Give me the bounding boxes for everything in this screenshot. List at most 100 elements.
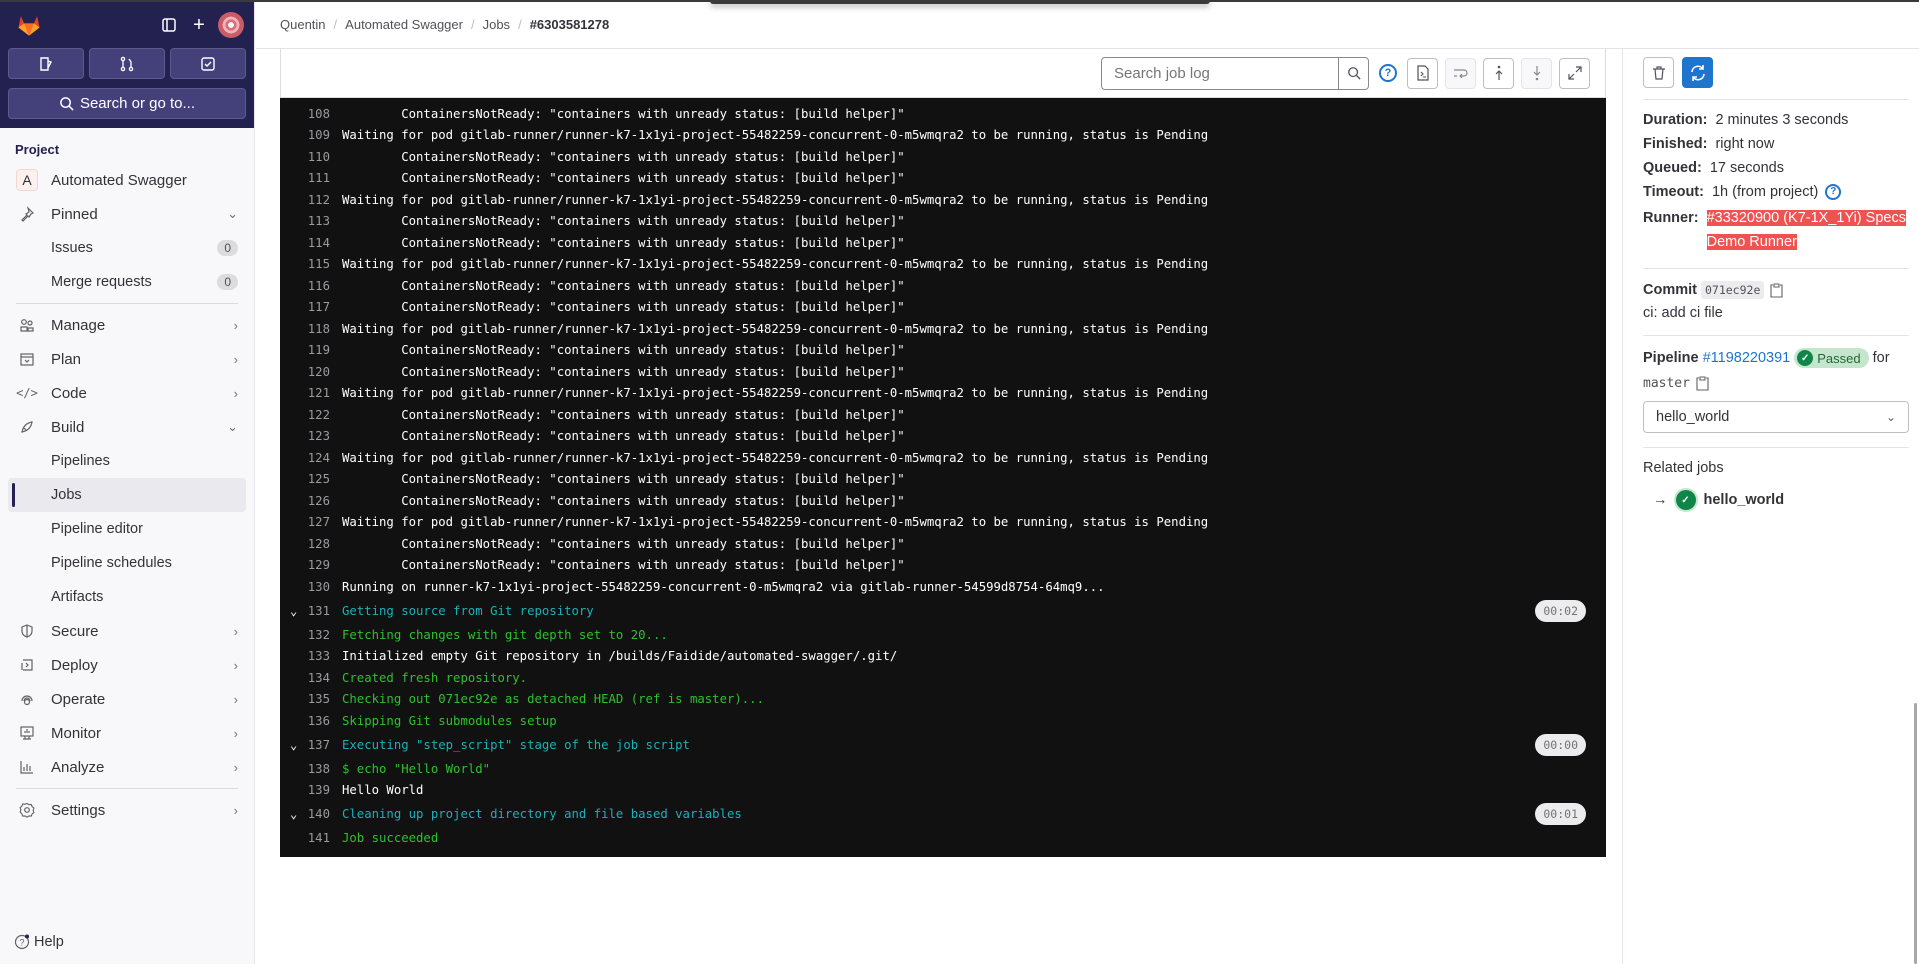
- line-number[interactable]: 108: [280, 107, 342, 121]
- breadcrumb-item-project[interactable]: Automated Swagger: [345, 17, 463, 32]
- line-number[interactable]: 138: [280, 762, 342, 776]
- log-section-header[interactable]: ⌄ 137 Executing "step_script" stage of the…: [280, 732, 1606, 759]
- pipeline-status-badge[interactable]: ✓ Passed: [1794, 348, 1869, 368]
- runner-value[interactable]: #33320900 (K7-1X_1Yi) Specs Demo Runner: [1706, 210, 1906, 250]
- sidebar-item-deploy[interactable]: Deploy ›: [8, 648, 246, 682]
- line-number[interactable]: 115: [280, 257, 342, 271]
- line-number[interactable]: 122: [280, 408, 342, 422]
- sidebar-item-analyze[interactable]: Analyze ›: [8, 750, 246, 784]
- line-number[interactable]: 112: [280, 193, 342, 207]
- sidebar-item-merge-requests[interactable]: Merge requests 0: [8, 265, 246, 299]
- line-number[interactable]: 141: [280, 831, 342, 845]
- line-number[interactable]: 117: [280, 300, 342, 314]
- chevron-down-icon[interactable]: ⌄: [290, 807, 304, 821]
- sidebar-item-project[interactable]: A Automated Swagger: [8, 163, 246, 197]
- log-line: 134 Created fresh repository.: [280, 667, 1606, 689]
- sidebar-item-artifacts[interactable]: Artifacts: [8, 580, 246, 614]
- line-number[interactable]: 123: [280, 429, 342, 443]
- scroll-to-bottom-button[interactable]: [1521, 57, 1552, 89]
- line-number[interactable]: 113: [280, 214, 342, 228]
- line-number[interactable]: 136: [280, 714, 342, 728]
- sidebar-item-pipeline-schedules[interactable]: Pipeline schedules: [8, 546, 246, 580]
- sidebar-item-monitor[interactable]: Monitor ›: [8, 716, 246, 750]
- jobs-label: Jobs: [51, 487, 82, 503]
- line-number[interactable]: 114: [280, 236, 342, 250]
- line-number[interactable]: 133: [280, 649, 342, 663]
- pipeline-link[interactable]: #1198220391: [1703, 350, 1791, 366]
- fullscreen-button[interactable]: [1559, 57, 1590, 89]
- line-number[interactable]: 124: [280, 451, 342, 465]
- retry-job-button[interactable]: [1682, 57, 1713, 88]
- log-section-header[interactable]: ⌄ 131 Getting source from Git repository 00…: [280, 598, 1606, 625]
- related-job-item[interactable]: → ✓ hello_world: [1643, 490, 1909, 510]
- breadcrumb-item-user[interactable]: Quentin: [280, 17, 326, 32]
- sidebar-item-manage[interactable]: Manage ›: [8, 308, 246, 342]
- sidebar-item-pipelines[interactable]: Pipelines: [8, 444, 246, 478]
- sidebar-item-plan[interactable]: Plan ›: [8, 342, 246, 376]
- log-text: $ echo "Hello World": [342, 761, 491, 776]
- commit-sha[interactable]: 071ec92e: [1700, 281, 1765, 299]
- line-number[interactable]: 116: [280, 279, 342, 293]
- line-number[interactable]: 135: [280, 692, 342, 706]
- search-submit-button[interactable]: [1338, 57, 1368, 89]
- sidebar-item-pinned[interactable]: Pinned ⌄: [8, 197, 246, 231]
- toggle-line-wrap-button[interactable]: [1445, 57, 1476, 89]
- line-number[interactable]: 118: [280, 322, 342, 336]
- line-number[interactable]: 109: [280, 128, 342, 142]
- line-number[interactable]: 126: [280, 494, 342, 508]
- log-line: 120 ContainersNotReady: "containers with…: [280, 361, 1606, 383]
- gitlab-logo-icon[interactable]: [16, 12, 42, 38]
- breadcrumb-item-job-id[interactable]: #6303581278: [530, 17, 610, 32]
- pipeline-label: Pipeline: [1643, 350, 1699, 366]
- copy-icon[interactable]: [1770, 282, 1783, 298]
- help-button[interactable]: ? Help: [14, 934, 64, 950]
- sidebar-item-operate[interactable]: Operate ›: [8, 682, 246, 716]
- scroll-to-top-button[interactable]: [1483, 57, 1514, 89]
- user-avatar[interactable]: [218, 12, 244, 38]
- line-number[interactable]: 121: [280, 386, 342, 400]
- stage-select-dropdown[interactable]: hello_world ⌄: [1643, 401, 1909, 433]
- line-number[interactable]: 128: [280, 537, 342, 551]
- line-number[interactable]: 110: [280, 150, 342, 164]
- line-number[interactable]: 119: [280, 343, 342, 357]
- log-text: Waiting for pod gitlab-runner/runner-k7-…: [342, 257, 1209, 272]
- create-new-button[interactable]: +: [184, 10, 214, 40]
- question-circle-icon[interactable]: ?: [1379, 64, 1397, 82]
- sidebar-item-jobs[interactable]: Jobs: [8, 478, 246, 512]
- sidebar-item-settings[interactable]: Settings ›: [8, 793, 246, 827]
- line-number[interactable]: 132: [280, 628, 342, 642]
- log-section-header[interactable]: ⌄ 140 Cleaning up project directory and fi…: [280, 801, 1606, 828]
- sidebar-item-issues[interactable]: Issues 0: [8, 231, 246, 265]
- pinned-label: Pinned: [51, 205, 98, 223]
- branch-name[interactable]: master: [1643, 376, 1690, 391]
- todos-shortcut-button[interactable]: [170, 48, 246, 79]
- help-label: Help: [34, 934, 64, 950]
- timeout-help-icon[interactable]: ?: [1825, 184, 1842, 200]
- chevron-down-icon[interactable]: ⌄: [290, 604, 304, 618]
- line-number[interactable]: 111: [280, 171, 342, 185]
- breadcrumb-separator: /: [333, 16, 338, 32]
- search-job-log-input[interactable]: [1102, 57, 1338, 89]
- line-number[interactable]: 127: [280, 515, 342, 529]
- sidebar-item-code[interactable]: </> Code ›: [8, 376, 246, 410]
- page-scrollbar[interactable]: [1914, 703, 1917, 964]
- chevron-down-icon[interactable]: ⌄: [290, 738, 304, 752]
- show-raw-log-button[interactable]: [1407, 57, 1438, 89]
- merge-requests-shortcut-button[interactable]: [89, 48, 165, 79]
- line-number[interactable]: 139: [280, 783, 342, 797]
- line-number[interactable]: 134: [280, 671, 342, 685]
- copy-icon[interactable]: [1696, 376, 1709, 391]
- breadcrumb-item-jobs[interactable]: Jobs: [483, 17, 510, 32]
- line-number[interactable]: 129: [280, 558, 342, 572]
- toggle-sidebar-button[interactable]: [154, 10, 184, 40]
- sidebar-item-pipeline-editor[interactable]: Pipeline editor: [8, 512, 246, 546]
- sidebar-item-build[interactable]: Build ⌄: [8, 410, 246, 444]
- timeout-value: 1h (from project): [1711, 184, 1819, 200]
- issues-shortcut-button[interactable]: [8, 48, 84, 79]
- line-number[interactable]: 125: [280, 472, 342, 486]
- line-number[interactable]: 120: [280, 365, 342, 379]
- line-number[interactable]: 130: [280, 580, 342, 594]
- erase-job-button[interactable]: [1643, 57, 1674, 88]
- search-or-go-to-button[interactable]: Search or go to...: [8, 88, 246, 119]
- sidebar-item-secure[interactable]: Secure ›: [8, 614, 246, 648]
